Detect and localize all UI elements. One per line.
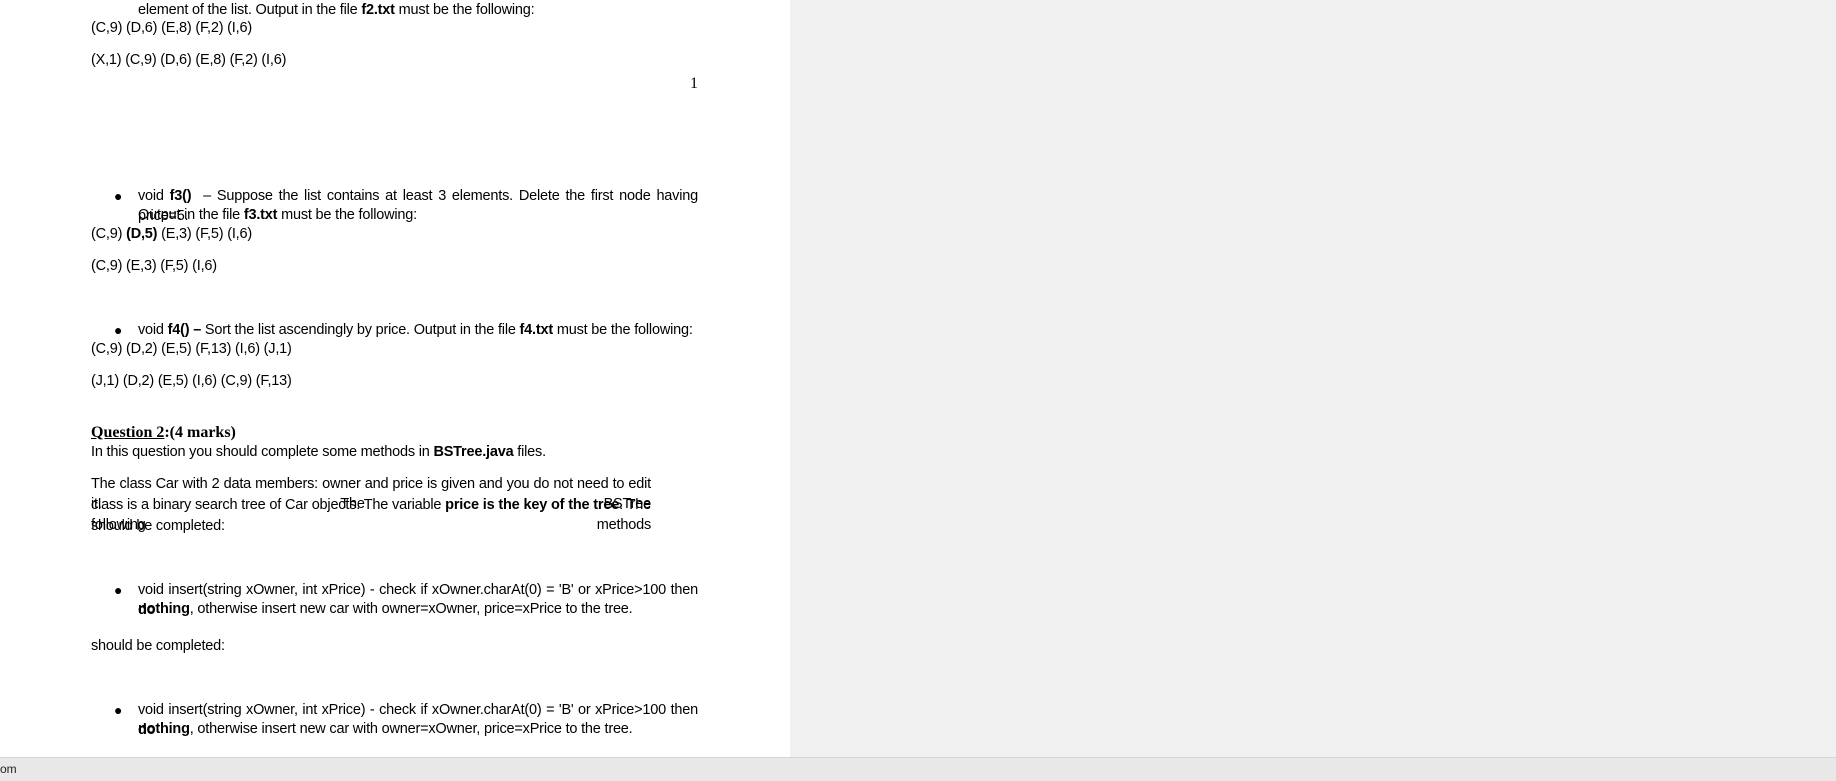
text: In this question you should complete som… (91, 444, 434, 460)
text: , otherwise insert new car with owner=xO… (189, 601, 633, 617)
f3-input-list: (C,9) (D,5) (E,3) (F,5) (I,6) (91, 224, 252, 244)
bullet-icon: ● (114, 188, 123, 204)
highlighted-node: (D,5) (126, 226, 158, 242)
text: void (138, 188, 170, 204)
text: class is a binary search tree of Car obj… (91, 497, 446, 513)
document-page: element of the list. Output in the file … (0, 0, 790, 757)
text: void insert(string xOwner, int xPrice) -… (138, 702, 698, 718)
question-title: Question 2 (91, 424, 165, 441)
method-name: f4() – (167, 322, 202, 338)
filename: f3.txt (243, 207, 278, 223)
text: element of the list. Output in the file (138, 2, 362, 18)
bullet-icon: ● (114, 322, 123, 338)
page-number: 1 (690, 75, 698, 92)
text: Sort the list ascendingly by price. Outp… (201, 322, 520, 338)
f2-output-list: (X,1) (C,9) (D,6) (E,8) (F,2) (I,6) (91, 52, 287, 68)
f4-description: void f4() – Sort the list ascendingly by… (138, 320, 693, 340)
text: (C,9) (91, 226, 127, 242)
paragraph-line: should be completed: (91, 518, 225, 534)
text: files. (513, 444, 546, 460)
text: (E,3) (F,5) (I,6) (157, 226, 252, 242)
text: must be the following: (394, 2, 535, 18)
emphasis: nothing (138, 721, 190, 737)
bullet-icon: ● (114, 702, 123, 718)
text: Output in the file (138, 207, 244, 223)
method-name: f3() (169, 188, 192, 204)
status-text: om (0, 762, 17, 776)
text: must be the following: (277, 207, 417, 223)
insert-description-cont: nothing, otherwise insert new car with o… (138, 599, 633, 619)
f3-output-line: Output in the file f3.txt must be the fo… (138, 205, 417, 225)
f3-output-list: (C,9) (E,3) (F,5) (I,6) (91, 258, 217, 274)
text: , otherwise insert new car with owner=xO… (189, 721, 633, 737)
f4-output-list: (J,1) (D,2) (E,5) (I,6) (C,9) (F,13) (91, 373, 292, 389)
question-marks: :(4 marks) (164, 424, 236, 441)
f2-output-line: element of the list. Output in the file … (138, 0, 535, 20)
viewer-background (790, 0, 1836, 757)
bullet-icon: ● (114, 582, 123, 598)
f4-input-list: (C,9) (D,2) (E,5) (F,13) (I,6) (J,1) (91, 341, 292, 357)
text: void (138, 322, 168, 338)
text: must be the following: (553, 322, 693, 338)
filename: f2.txt (361, 2, 395, 18)
question-2-intro: In this question you should complete som… (91, 442, 546, 462)
filename: f4.txt (519, 322, 554, 338)
emphasis: price is the key of the tree (445, 497, 620, 513)
text: void insert(string xOwner, int xPrice) -… (138, 582, 698, 598)
filename: BSTree.java (433, 444, 514, 460)
question-2-heading: Question 2:(4 marks) (91, 423, 236, 443)
emphasis: nothing (138, 601, 190, 617)
f2-input-list: (C,9) (D,6) (E,8) (F,2) (I,6) (91, 20, 252, 36)
paragraph-line: should be completed: (91, 638, 225, 654)
status-bar: om (0, 757, 1836, 781)
insert-description-cont: nothing, otherwise insert new car with o… (138, 719, 633, 739)
